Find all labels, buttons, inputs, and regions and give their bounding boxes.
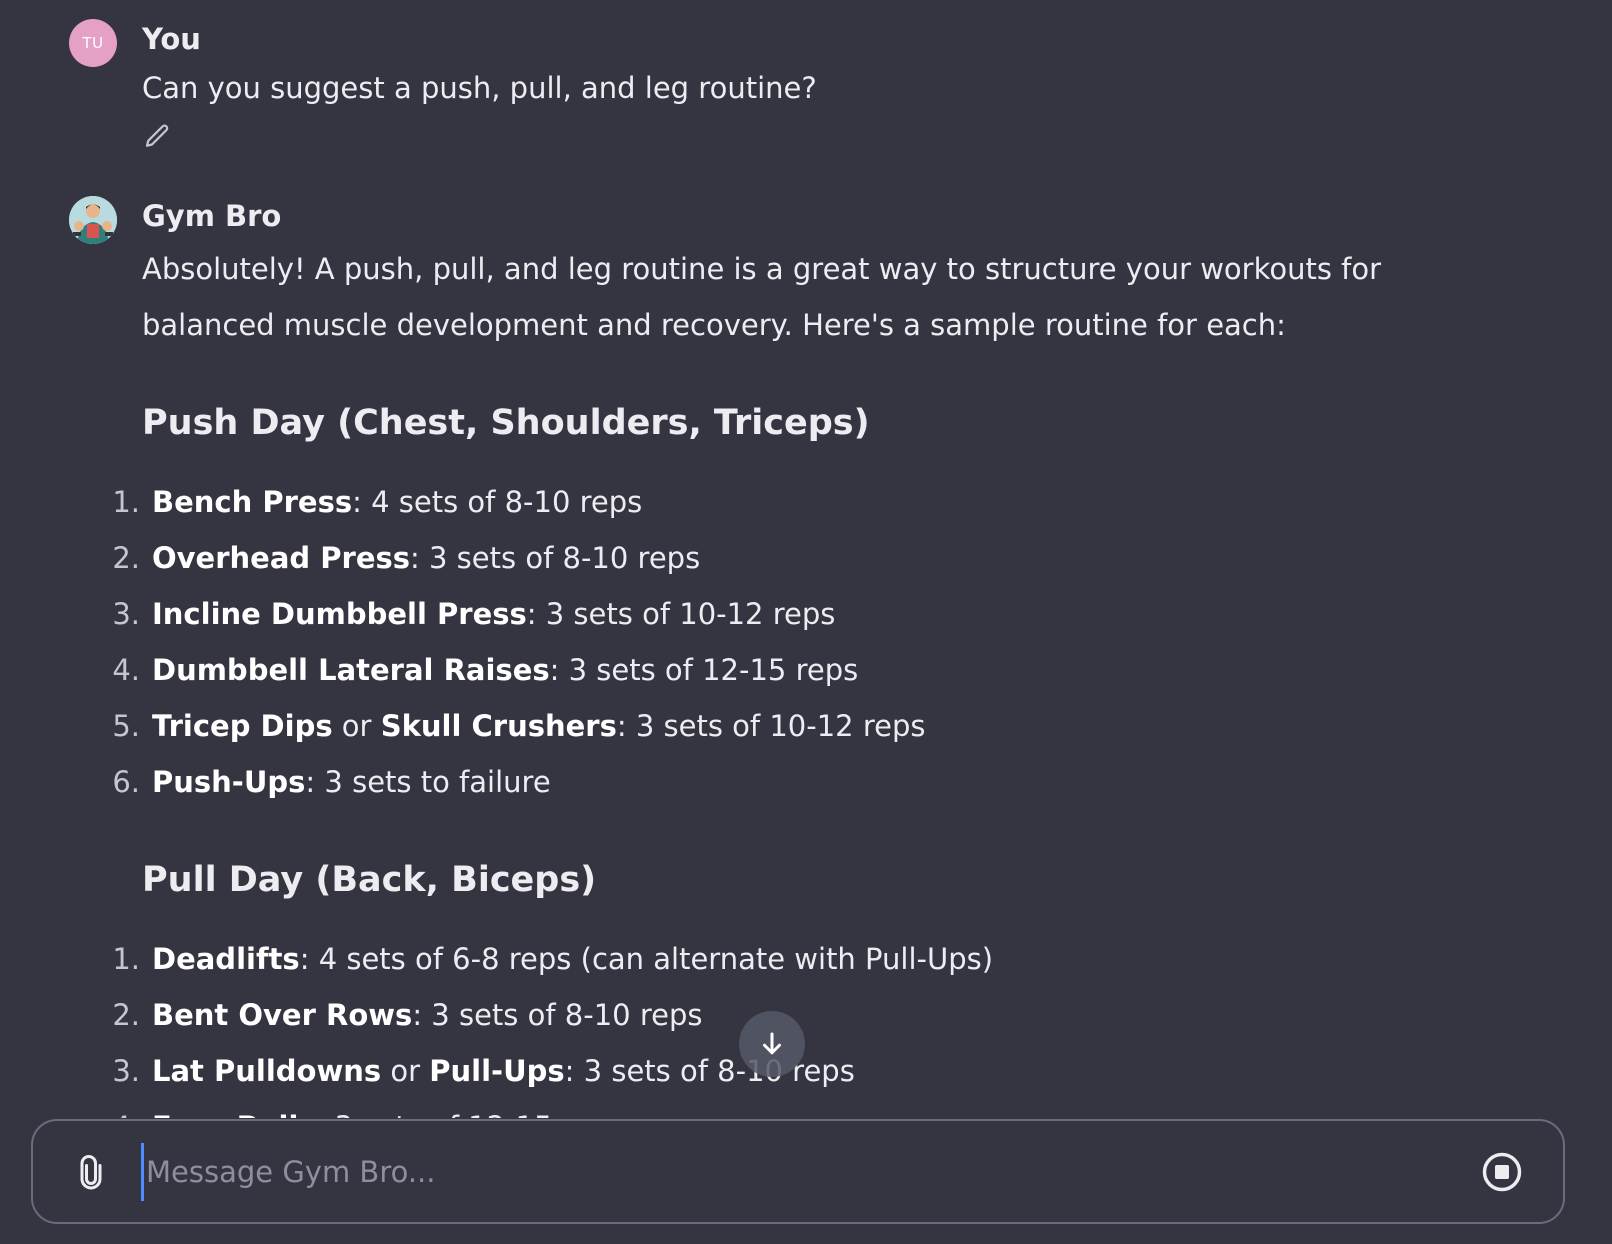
list-item-detail: : 3 sets of 10-12 reps [616,709,926,743]
list-item-detail: : 3 sets of 8-10 reps [412,998,703,1032]
stop-icon[interactable] [1481,1151,1523,1193]
list-item-detail: : 4 sets of 8-10 reps [352,485,643,519]
assistant-intro-text: Absolutely! A push, pull, and leg routin… [142,252,1382,342]
list-item: 4. Dumbbell Lateral Raises: 3 sets of 12-… [100,642,925,698]
list-item: 2. Overhead Press: 3 sets of 8-10 reps [100,530,925,586]
exercise-name-alt: Pull-Ups [429,1054,565,1088]
list-item: 1. Bench Press: 4 sets of 8-10 reps [100,474,925,530]
list-item-number: 4. [112,653,140,687]
list-item: 3. Lat Pulldowns or Pull-Ups: 3 sets of 8… [100,1043,993,1099]
pull-day-list: 1. Deadlifts: 4 sets of 6-8 reps (can alt… [100,931,993,1118]
list-item: 3. Incline Dumbbell Press: 3 sets of 10-1… [100,586,925,642]
list-item: 2. Bent Over Rows: 3 sets of 8-10 reps [100,987,993,1043]
exercise-name: Push-Ups [152,765,306,799]
exercise-name: Lat Pulldowns [152,1054,382,1088]
assistant-author-name: Gym Bro [142,199,282,233]
list-item-number: 1. [112,942,140,976]
push-day-list: 1. Bench Press: 4 sets of 8-10 reps 2. Over… [100,474,925,810]
exercise-name: Dumbbell Lateral Raises [152,653,550,687]
list-item-detail: : 3 sets of 12-15 reps [549,653,859,687]
list-item-detail: : 4 sets of 6-8 reps (can alternate with… [299,942,994,976]
exercise-name: Bench Press [152,485,353,519]
chat-page: TU You Can you suggest a push, pull, and… [0,0,1612,1244]
list-item-number: 2. [112,541,140,575]
list-item-connector: or [332,709,381,743]
list-item-detail: : 3 sets of 12-15 [316,1110,553,1118]
list-item-detail: : 3 sets of 8-10 reps [410,541,701,575]
list-item-detail: : 3 sets of 8-10 reps [564,1054,855,1088]
exercise-name: Overhead Press [152,541,411,575]
exercise-name: Bent Over Rows [152,998,413,1032]
assistant-message: Gym Bro Absolutely! A push, pull, and le… [0,0,1612,1118]
message-input[interactable] [141,1143,1421,1201]
gym-bro-avatar-icon [69,196,117,244]
list-item: 6. Push-Ups: 3 sets to failure [100,754,925,810]
exercise-name: Deadlifts [152,942,300,976]
list-item-connector: or [381,1054,430,1088]
list-item-number: 6. [112,765,140,799]
list-item-number: 5. [112,709,140,743]
list-item: 5. Tricep Dips or Skull Crushers: 3 sets … [100,698,925,754]
scroll-to-bottom-button[interactable] [739,1011,805,1077]
section-heading-pull: Pull Day (Back, Biceps) [142,860,597,900]
list-item-number: 4. [100,1099,140,1118]
message-composer [31,1119,1565,1224]
list-item: 4. Face Pulls: 3 sets of 12-15 [100,1099,993,1118]
exercise-name: Face Pulls [152,1110,316,1118]
list-item-number: 2. [112,998,140,1032]
list-item-detail: : 3 sets of 10-12 reps [526,597,836,631]
arrow-down-icon [763,1032,781,1055]
list-item-number: 3. [112,1054,140,1088]
paperclip-icon[interactable] [73,1153,109,1193]
conversation: TU You Can you suggest a push, pull, and… [0,0,1612,1118]
list-item-detail: : 3 sets to failure [305,765,551,799]
section-heading-push: Push Day (Chest, Shoulders, Triceps) [142,403,870,443]
exercise-name: Tricep Dips [152,709,333,743]
exercise-name-alt: Skull Crushers [380,709,617,743]
exercise-name: Incline Dumbbell Press [152,597,527,631]
list-item-number: 1. [112,485,140,519]
list-item-number: 3. [112,597,140,631]
list-item: 1. Deadlifts: 4 sets of 6-8 reps (can alt… [100,931,993,987]
